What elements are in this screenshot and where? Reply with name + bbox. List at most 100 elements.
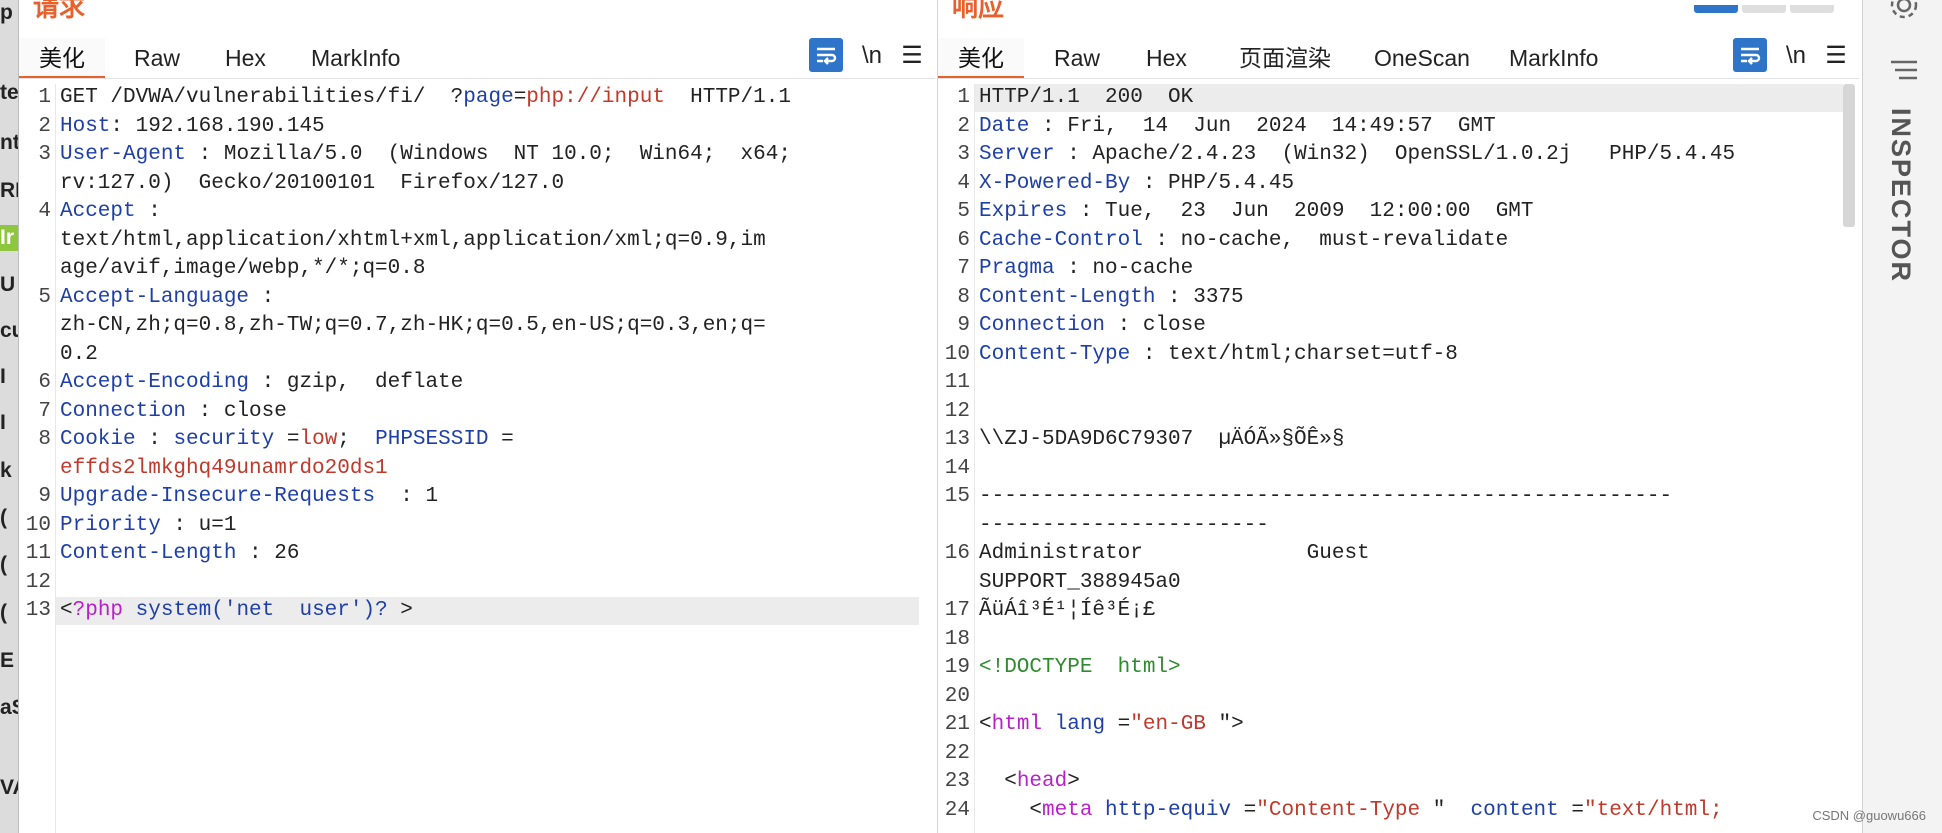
- left-strip-fragment[interactable]: (: [0, 505, 18, 531]
- response-wrap-toggle-icon[interactable]: [1733, 38, 1767, 72]
- left-strip-fragment[interactable]: I: [0, 410, 18, 436]
- line-number: 11: [25, 542, 51, 565]
- left-strip-fragment[interactable]: RF: [0, 178, 18, 204]
- left-strip-fragment[interactable]: Ir: [0, 225, 18, 251]
- request-tab[interactable]: Raw: [114, 38, 200, 76]
- request-wrap-toggle-icon[interactable]: [809, 38, 843, 72]
- code-line: HTTP/1.1 200 OK: [979, 86, 1194, 109]
- code-line: X-Powered-By : PHP/5.4.45: [979, 171, 1295, 195]
- line-number: 20: [944, 684, 970, 708]
- line-number: 5: [957, 200, 970, 223]
- left-strip-fragment[interactable]: nt: [0, 130, 18, 156]
- code-line: \\ZJ-5DA9D6C79307 µÄÓÃ»§ÕÊ»§: [979, 428, 1345, 451]
- line-number: 23: [944, 770, 970, 793]
- line-number: 3: [957, 143, 970, 166]
- line-number: 18: [944, 627, 970, 651]
- line-number: 19: [944, 656, 970, 679]
- code-line: 0.2: [60, 342, 98, 366]
- code-line: GET /DVWA/vulnerabilities/fi/ ?page=php:…: [60, 86, 791, 109]
- code-line: Upgrade-Insecure-Requests : 1: [60, 485, 439, 508]
- code-line: <meta http-equiv ="Content-Type " conten…: [979, 798, 1723, 822]
- response-tab-divider: [938, 78, 1859, 79]
- left-strip-fragment[interactable]: (: [0, 600, 18, 626]
- top-buttons: [1694, 0, 1844, 13]
- request-menu-icon[interactable]: ☰: [897, 38, 927, 74]
- line-number: 6: [38, 371, 51, 394]
- left-strip-fragment[interactable]: te: [0, 80, 18, 106]
- line-number: 17: [944, 599, 970, 622]
- request-tab[interactable]: Hex: [205, 38, 286, 76]
- line-number: 13: [944, 428, 970, 451]
- inspector-panel: INSPECTOR: [1862, 0, 1942, 833]
- line-number: 8: [38, 428, 51, 451]
- request-editor[interactable]: 1 GET /DVWA/vulnerabilities/fi/ ?page=php…: [19, 84, 935, 833]
- code-line: <!DOCTYPE html>: [979, 656, 1181, 679]
- left-strip-fragment[interactable]: U: [0, 272, 18, 298]
- line-number: 6: [957, 228, 970, 252]
- code-line: effds2lmkghq49unamrdo20ds1: [60, 456, 388, 480]
- request-tab[interactable]: 美化: [19, 38, 105, 79]
- response-tab[interactable]: Raw: [1034, 38, 1120, 76]
- request-newline-toggle[interactable]: \n: [857, 38, 887, 74]
- code-line: ----------------------------------------…: [979, 485, 1673, 508]
- code-line: age/avif,image/webp,*/*;q=0.8: [60, 257, 426, 280]
- line-number: 15: [944, 485, 970, 508]
- line-number: 13: [25, 599, 51, 622]
- left-strip-fragment[interactable]: k: [0, 458, 18, 484]
- line-number: 12: [944, 399, 970, 423]
- left-strip-fragment[interactable]: (: [0, 552, 18, 578]
- code-line: Cache-Control : no-cache, must-revalidat…: [979, 228, 1509, 252]
- response-tab[interactable]: Hex: [1126, 38, 1207, 76]
- top-button-primary[interactable]: [1694, 5, 1738, 13]
- inspector-menu-icon[interactable]: [1889, 58, 1919, 87]
- code-line: Connection : close: [60, 399, 287, 423]
- line-number: 1: [38, 86, 51, 109]
- response-scrollbar[interactable]: [1843, 84, 1855, 227]
- response-tab[interactable]: 页面渲染: [1219, 38, 1351, 76]
- response-tab[interactable]: MarkInfo: [1489, 38, 1618, 76]
- gear-icon[interactable]: [1887, 0, 1921, 27]
- line-number: 4: [38, 200, 51, 223]
- code-line: SUPPORT_388945a0: [979, 570, 1181, 594]
- response-panel: 响应 美化 Raw Hex 页面渲染 OneScan MarkInfo \n ☰ 1 HTT…: [937, 0, 1859, 833]
- response-menu-icon[interactable]: ☰: [1821, 38, 1851, 74]
- line-number: 22: [944, 741, 970, 765]
- code-line: Content-Type : text/html;charset=utf-8: [979, 342, 1458, 366]
- left-strip-fragment[interactable]: VA: [0, 775, 18, 801]
- line-number: 2: [38, 114, 51, 138]
- top-button-tertiary[interactable]: [1790, 5, 1834, 13]
- line-number: 2: [957, 114, 970, 138]
- request-title: 请求: [33, 0, 86, 22]
- line-number: 3: [38, 143, 51, 166]
- line-number: 16: [944, 542, 970, 565]
- code-line: Expires : Tue, 23 Jun 2009 12:00:00 GMT: [979, 200, 1534, 223]
- response-newline-toggle[interactable]: \n: [1781, 38, 1811, 74]
- left-strip-fragment[interactable]: I: [0, 364, 18, 390]
- left-strip-fragment[interactable]: E: [0, 648, 18, 674]
- line-number: 14: [944, 456, 970, 480]
- left-strip-fragment[interactable]: aS: [0, 695, 18, 721]
- response-tab[interactable]: 美化: [938, 38, 1024, 79]
- line-number: 8: [957, 285, 970, 309]
- response-editor[interactable]: 1 HTTP/1.1 200 OK 2 Date : Fri, 14 Jun 2024…: [938, 84, 1859, 833]
- code-line: Accept-Encoding : gzip, deflate: [60, 371, 464, 394]
- watermark: CSDN @guowu666: [1812, 808, 1926, 823]
- code-line: Date : Fri, 14 Jun 2024 14:49:57 GMT: [979, 114, 1496, 138]
- code-line: Administrator Guest: [979, 542, 1370, 565]
- line-number: 1: [957, 86, 970, 109]
- left-strip-fragment[interactable]: cu: [0, 318, 18, 344]
- code-line: Pragma : no-cache: [979, 257, 1194, 280]
- response-tab[interactable]: OneScan: [1354, 38, 1490, 76]
- request-tab[interactable]: MarkInfo: [291, 38, 420, 76]
- code-line: ÃüÁî³É¹¦Íê³É¡£: [979, 599, 1156, 622]
- line-number: 21: [944, 713, 970, 736]
- code-line: Content-Length : 3375: [979, 285, 1244, 309]
- line-number: 7: [38, 399, 51, 423]
- top-button-secondary[interactable]: [1742, 5, 1786, 13]
- code-line: <html lang ="en-GB ">: [979, 713, 1244, 736]
- left-strip-fragment[interactable]: p: [0, 0, 18, 26]
- line-number: 9: [38, 485, 51, 508]
- code-line: -----------------------: [979, 513, 1269, 537]
- code-line: zh-CN,zh;q=0.8,zh-TW;q=0.7,zh-HK;q=0.5,e…: [60, 314, 766, 337]
- inspector-label[interactable]: INSPECTOR: [1885, 108, 1916, 283]
